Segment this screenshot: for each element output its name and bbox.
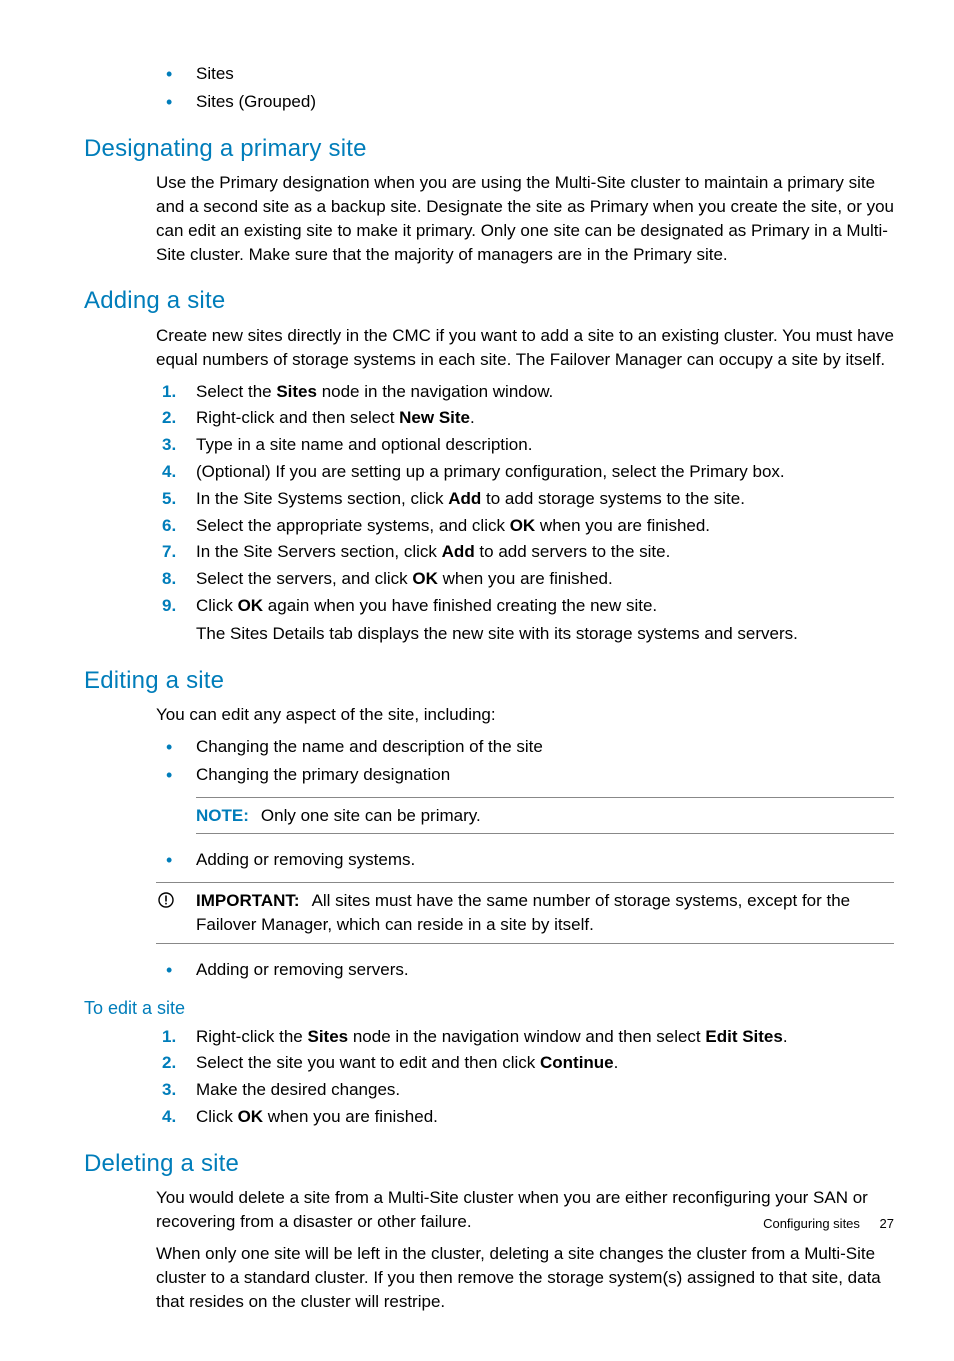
section-body: Create new sites directly in the CMC if … <box>156 324 894 646</box>
important-callout: IMPORTANT:All sites must have the same n… <box>156 882 894 944</box>
text: to add servers to the site. <box>475 542 671 561</box>
bold-text: Sites <box>276 382 317 401</box>
step-note: The Sites Details tab displays the new s… <box>196 622 894 646</box>
page-number: 27 <box>880 1216 894 1231</box>
text: Adding or removing systems. <box>196 850 415 869</box>
page-footer: Configuring sites 27 <box>763 1215 894 1233</box>
heading-designating-primary-site: Designating a primary site <box>84 132 894 166</box>
text: Select the appropriate systems, and clic… <box>196 516 510 535</box>
bullet-list: Changing the name and description of the… <box>156 735 894 787</box>
text: when you are finished. <box>263 1107 438 1126</box>
note-text: Only one site can be primary. <box>261 806 481 825</box>
text: In the Site Systems section, click <box>196 489 448 508</box>
list-text: Sites (Grouped) <box>196 92 316 111</box>
text: Select the servers, and click <box>196 569 412 588</box>
text: node in the navigation window. <box>317 382 553 401</box>
list-item: Changing the primary designation <box>156 763 894 787</box>
text: Changing the primary designation <box>196 765 450 784</box>
text: Adding or removing servers. <box>196 960 409 979</box>
text: Right-click the <box>196 1027 307 1046</box>
text: Right-click and then select <box>196 408 399 427</box>
step: Select the Sites node in the navigation … <box>156 380 894 404</box>
text: to add storage systems to the site. <box>481 489 745 508</box>
bold-text: OK <box>412 569 438 588</box>
bold-text: Sites <box>307 1027 348 1046</box>
heading-to-edit-site: To edit a site <box>84 996 894 1021</box>
step: (Optional) If you are setting up a prima… <box>156 460 894 484</box>
paragraph: Create new sites directly in the CMC if … <box>156 324 894 372</box>
step: Select the appropriate systems, and clic… <box>156 514 894 538</box>
list-item: Sites (Grouped) <box>156 90 894 114</box>
note-callout: NOTE: Only one site can be primary. <box>196 797 894 835</box>
section-body: Right-click the Sites node in the naviga… <box>156 1025 894 1129</box>
paragraph: You can edit any aspect of the site, inc… <box>156 703 894 727</box>
step: In the Site Systems section, click Add t… <box>156 487 894 511</box>
step: Select the servers, and click OK when yo… <box>156 567 894 591</box>
list-item: Adding or removing systems. <box>156 848 894 872</box>
bold-text: New Site <box>399 408 470 427</box>
step: Type in a site name and optional descrip… <box>156 433 894 457</box>
heading-editing-site: Editing a site <box>84 664 894 698</box>
text: when you are finished. <box>535 516 710 535</box>
bold-text: Edit Sites <box>705 1027 782 1046</box>
text: again when you have finished creating th… <box>263 596 657 615</box>
bullet-list: Adding or removing systems. <box>156 848 894 872</box>
text: Click <box>196 1107 238 1126</box>
heading-adding-site: Adding a site <box>84 284 894 318</box>
paragraph: Use the Primary designation when you are… <box>156 171 894 266</box>
list-text: Sites <box>196 64 234 83</box>
heading-deleting-site: Deleting a site <box>84 1147 894 1181</box>
text: node in the navigation window and then s… <box>348 1027 705 1046</box>
page-content: Sites Sites (Grouped) Designating a prim… <box>0 0 954 1361</box>
list-item: Sites <box>156 62 894 86</box>
bullet-list: Adding or removing servers. <box>156 958 894 982</box>
text: Select the site you want to edit and the… <box>196 1053 540 1072</box>
text: . <box>614 1053 619 1072</box>
bold-text: OK <box>510 516 536 535</box>
text: Select the <box>196 382 276 401</box>
note-label: NOTE: <box>196 806 249 825</box>
list-item: Adding or removing servers. <box>156 958 894 982</box>
text: Click <box>196 596 238 615</box>
step: Right-click and then select New Site. <box>156 406 894 430</box>
bold-text: OK <box>238 1107 264 1126</box>
important-icon <box>158 891 174 907</box>
text: . <box>783 1027 788 1046</box>
section-body: You can edit any aspect of the site, inc… <box>156 703 894 981</box>
bold-text: Add <box>448 489 481 508</box>
text: In the Site Servers section, click <box>196 542 442 561</box>
text: Type in a site name and optional descrip… <box>196 435 532 454</box>
text: (Optional) If you are setting up a prima… <box>196 462 785 481</box>
text: Changing the name and description of the… <box>196 737 543 756</box>
step: Click OK again when you have finished cr… <box>156 594 894 646</box>
paragraph: When only one site will be left in the c… <box>156 1242 894 1313</box>
ordered-steps: Select the Sites node in the navigation … <box>156 380 894 646</box>
text: when you are finished. <box>438 569 613 588</box>
text: . <box>470 408 475 427</box>
step: Select the site you want to edit and the… <box>156 1051 894 1075</box>
footer-section: Configuring sites <box>763 1216 860 1231</box>
bold-text: OK <box>238 596 264 615</box>
step: Right-click the Sites node in the naviga… <box>156 1025 894 1049</box>
section-body: Use the Primary designation when you are… <box>156 171 894 266</box>
step: In the Site Servers section, click Add t… <box>156 540 894 564</box>
important-label: IMPORTANT: <box>196 891 300 910</box>
step: Make the desired changes. <box>156 1078 894 1102</box>
list-item: Changing the name and description of the… <box>156 735 894 759</box>
bold-text: Continue <box>540 1053 614 1072</box>
top-bullet-list: Sites Sites (Grouped) <box>156 62 894 114</box>
ordered-steps: Right-click the Sites node in the naviga… <box>156 1025 894 1129</box>
text: Make the desired changes. <box>196 1080 400 1099</box>
bold-text: Add <box>442 542 475 561</box>
step: Click OK when you are finished. <box>156 1105 894 1129</box>
section-body: You would delete a site from a Multi-Sit… <box>156 1186 894 1313</box>
